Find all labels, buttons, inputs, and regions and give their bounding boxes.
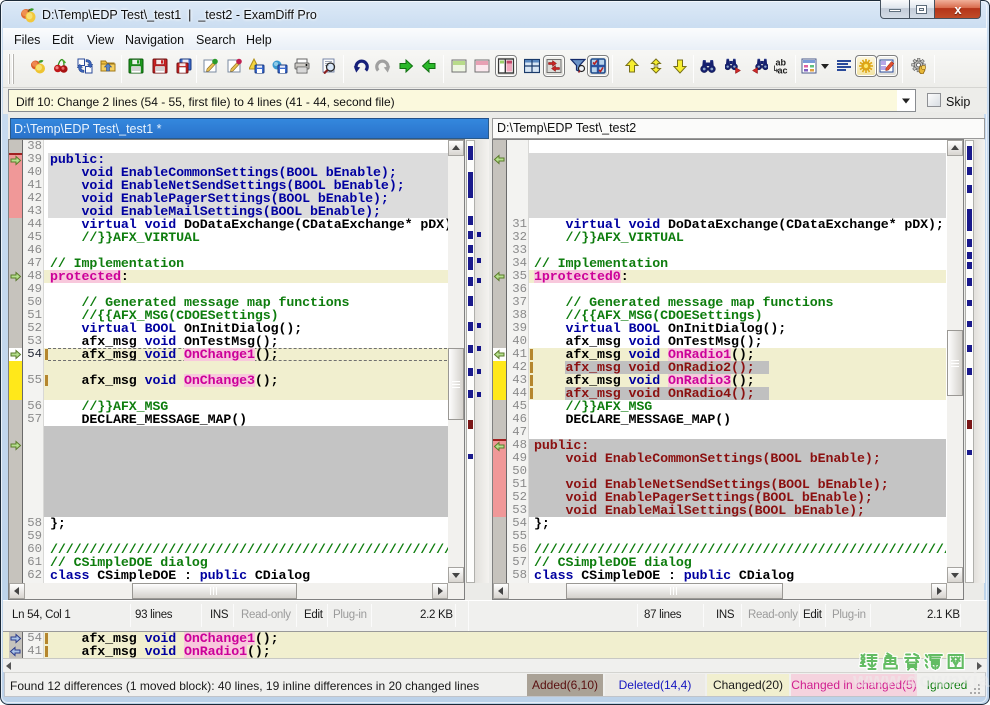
svg-text:ac: ac — [778, 66, 788, 75]
